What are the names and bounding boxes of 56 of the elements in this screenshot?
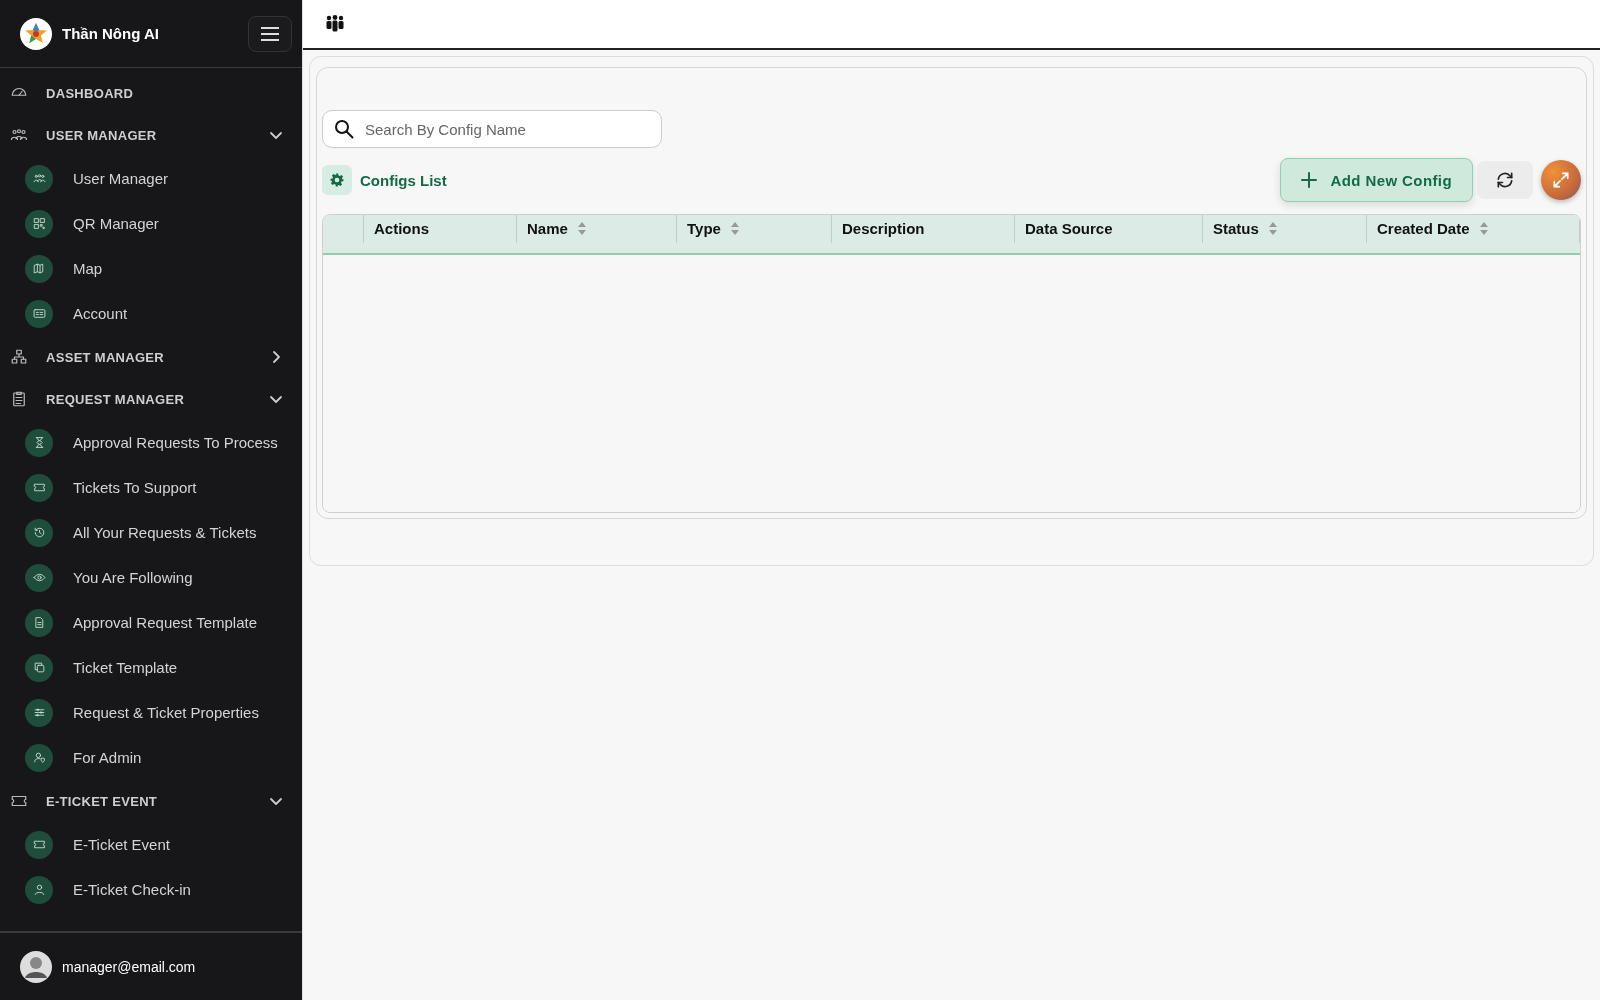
sidebar-item[interactable]: Tickets To Support: [0, 465, 302, 510]
ticket-icon: [32, 838, 46, 851]
qr-code-icon: [32, 217, 46, 230]
user-shield-icon: [32, 751, 46, 764]
sidebar-item[interactable]: Account: [0, 291, 302, 336]
search-field[interactable]: Search By Config Name: [322, 110, 662, 148]
column-header[interactable]: Type: [677, 215, 832, 243]
column-header: Data Source: [1015, 215, 1203, 243]
sidebar-item[interactable]: E-Ticket Event: [0, 822, 302, 867]
column-header: Actions: [364, 215, 517, 243]
sidebar-item[interactable]: E-Ticket Check-in: [0, 867, 302, 912]
sidebar-item[interactable]: Approval Requests To Process: [0, 420, 302, 465]
sidebar-item[interactable]: Ticket Template: [0, 645, 302, 690]
expand-button[interactable]: [1541, 160, 1581, 200]
sidebar-item[interactable]: You Are Following: [0, 555, 302, 600]
menu-button[interactable]: [248, 15, 292, 52]
copy-icon: [32, 661, 46, 674]
people-icon[interactable]: [325, 14, 345, 34]
sidebar-item[interactable]: QR Manager: [0, 201, 302, 246]
user-email: manager@email.com: [62, 958, 196, 975]
sidebar-section[interactable]: ASSET MANAGER: [0, 336, 302, 378]
user-icon: [32, 883, 46, 896]
menu-icon: [260, 25, 280, 42]
ticket-icon: [32, 481, 46, 494]
sidebar-item[interactable]: User Manager: [0, 156, 302, 201]
hierarchy-icon: [10, 348, 28, 366]
add-button[interactable]: Add New Config: [1279, 158, 1473, 202]
gear-icon: [330, 173, 344, 187]
id-card-icon: [32, 307, 46, 320]
plus-icon: [1300, 172, 1317, 188]
sidebar-section[interactable]: E-TICKET EVENT: [0, 780, 302, 822]
refresh-icon: [1495, 170, 1515, 190]
avatar-icon[interactable]: [20, 950, 52, 983]
sidebar-item[interactable]: All Your Requests & Tickets: [0, 510, 302, 555]
star-logo-icon: [20, 17, 52, 50]
sidebar-section[interactable]: REQUEST MANAGER: [0, 378, 302, 420]
sidebar-section[interactable]: DASHBOARD: [0, 72, 302, 114]
sidebar-item[interactable]: For Admin: [0, 735, 302, 780]
history-icon: [32, 526, 46, 539]
clipboard-icon: [10, 390, 28, 408]
expand-icon: [1551, 170, 1571, 190]
column-header: Description: [832, 215, 1015, 243]
refresh-button[interactable]: [1477, 161, 1533, 199]
sidebar-item[interactable]: Map: [0, 246, 302, 291]
map-icon: [32, 262, 46, 275]
sidebar-section[interactable]: USER MANAGER: [0, 114, 302, 156]
list-title: Configs List: [360, 171, 448, 189]
column-header[interactable]: Created Date: [1367, 215, 1580, 243]
sidebar-item[interactable]: Approval Request Template: [0, 600, 302, 645]
sidebar-item[interactable]: Request & Ticket Properties: [0, 690, 302, 735]
app-name: Thần Nông AI: [62, 25, 160, 42]
column-header[interactable]: Name: [517, 215, 677, 243]
sliders-icon: [32, 706, 46, 719]
people-icon: [32, 172, 46, 185]
eye-icon: [32, 571, 46, 584]
column-header[interactable]: Status: [1203, 215, 1367, 243]
